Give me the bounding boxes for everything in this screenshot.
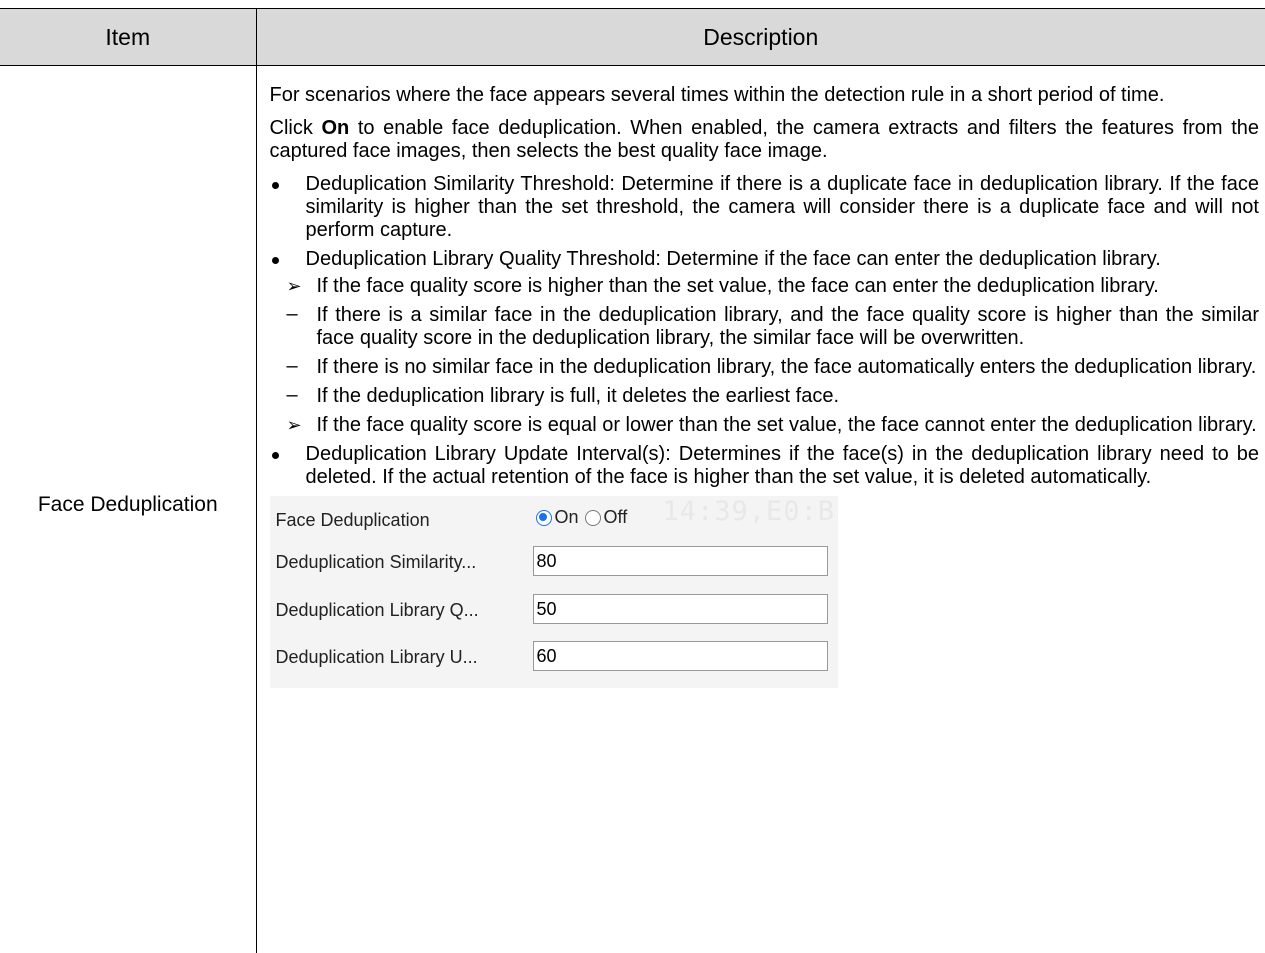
list-item-update-interval: Deduplication Library Update Interval(s)…: [270, 443, 1260, 489]
on-bold-text: On: [321, 117, 350, 139]
quality-threshold-text: Deduplication Library Quality Threshold:…: [305, 248, 1161, 270]
face-dedup-row: Face Deduplication On Off: [276, 504, 836, 536]
click-on-paragraph: Click On to enable face deduplication. W…: [270, 117, 1260, 163]
similarity-input[interactable]: [532, 546, 828, 576]
click-text: Click: [269, 117, 322, 139]
list-item-similarity-threshold: Deduplication Similarity Threshold: Dete…: [270, 173, 1260, 242]
update-interval-text: Deduplication Library Update Interval(s)…: [305, 443, 1260, 488]
parameter-table: Item Description Face Deduplication For …: [0, 8, 1265, 953]
on-radio-label[interactable]: On: [555, 506, 579, 529]
quality-label: Deduplication Library Q...: [275, 600, 479, 620]
dash-bullet-icon: –: [286, 384, 298, 406]
table-header-row: Item Description: [0, 8, 1265, 66]
settings-screenshot-panel: 14:39,E0:B Face Deduplication On Off Ded…: [269, 496, 838, 688]
face-dedup-radio-group: On Off: [535, 506, 634, 529]
face-dedup-label: Face Deduplication: [275, 510, 430, 530]
arrow-bullet-icon: ➢: [286, 415, 302, 435]
no-similar-face-text: If there is no similar face in the dedup…: [316, 356, 1257, 378]
quality-sublist: ➢ If the face quality score is higher th…: [287, 275, 1260, 437]
sublist-item-similar-face: – If there is a similar face in the dedu…: [277, 303, 1260, 350]
bullet-icon: [271, 257, 279, 264]
similarity-row: Deduplication Similarity...: [276, 546, 836, 578]
sublist-item-lower: ➢ If the face quality score is equal or …: [277, 414, 1260, 437]
quality-row: Deduplication Library Q...: [276, 594, 836, 626]
description-cell: For scenarios where the face appears sev…: [256, 66, 1265, 953]
item-column-header: Item: [0, 8, 257, 66]
lower-score-text: If the face quality score is equal or lo…: [316, 414, 1257, 436]
dash-bullet-icon: –: [286, 303, 298, 325]
similarity-threshold-text: Deduplication Similarity Threshold: Dete…: [305, 173, 1260, 241]
higher-score-text: If the face quality score is higher than…: [316, 275, 1159, 297]
click-description-text: to enable face deduplication. When enabl…: [269, 117, 1260, 162]
list-item-quality-threshold: Deduplication Library Quality Threshold:…: [270, 248, 1260, 437]
library-full-text: If the deduplication library is full, it…: [316, 385, 840, 407]
sublist-item-higher: ➢ If the face quality score is higher th…: [277, 275, 1260, 298]
sublist-item-library-full: – If the deduplication library is full, …: [277, 384, 1260, 408]
intro-paragraph: For scenarios where the face appears sev…: [269, 84, 1165, 106]
threshold-list: Deduplication Similarity Threshold: Dete…: [270, 173, 1260, 489]
on-radio[interactable]: [535, 509, 552, 526]
bullet-icon: [271, 182, 279, 189]
item-cell: Face Deduplication: [0, 65, 257, 953]
dash-bullet-icon: –: [286, 355, 298, 377]
similar-face-text: If there is a similar face in the dedupl…: [316, 304, 1260, 349]
similarity-label: Deduplication Similarity...: [275, 552, 477, 572]
table-row: Face Deduplication For scenarios where t…: [0, 65, 1265, 953]
update-row: Deduplication Library U...: [276, 641, 836, 673]
arrow-bullet-icon: ➢: [286, 276, 302, 296]
off-radio[interactable]: [584, 509, 601, 526]
off-radio-label[interactable]: Off: [604, 506, 628, 529]
description-column-header: Description: [256, 8, 1265, 66]
sublist-item-no-similar-face: – If there is no similar face in the ded…: [277, 355, 1260, 379]
update-input[interactable]: [532, 641, 828, 671]
bullet-icon: [271, 452, 279, 459]
update-label: Deduplication Library U...: [275, 647, 478, 667]
quality-input[interactable]: [532, 594, 828, 624]
